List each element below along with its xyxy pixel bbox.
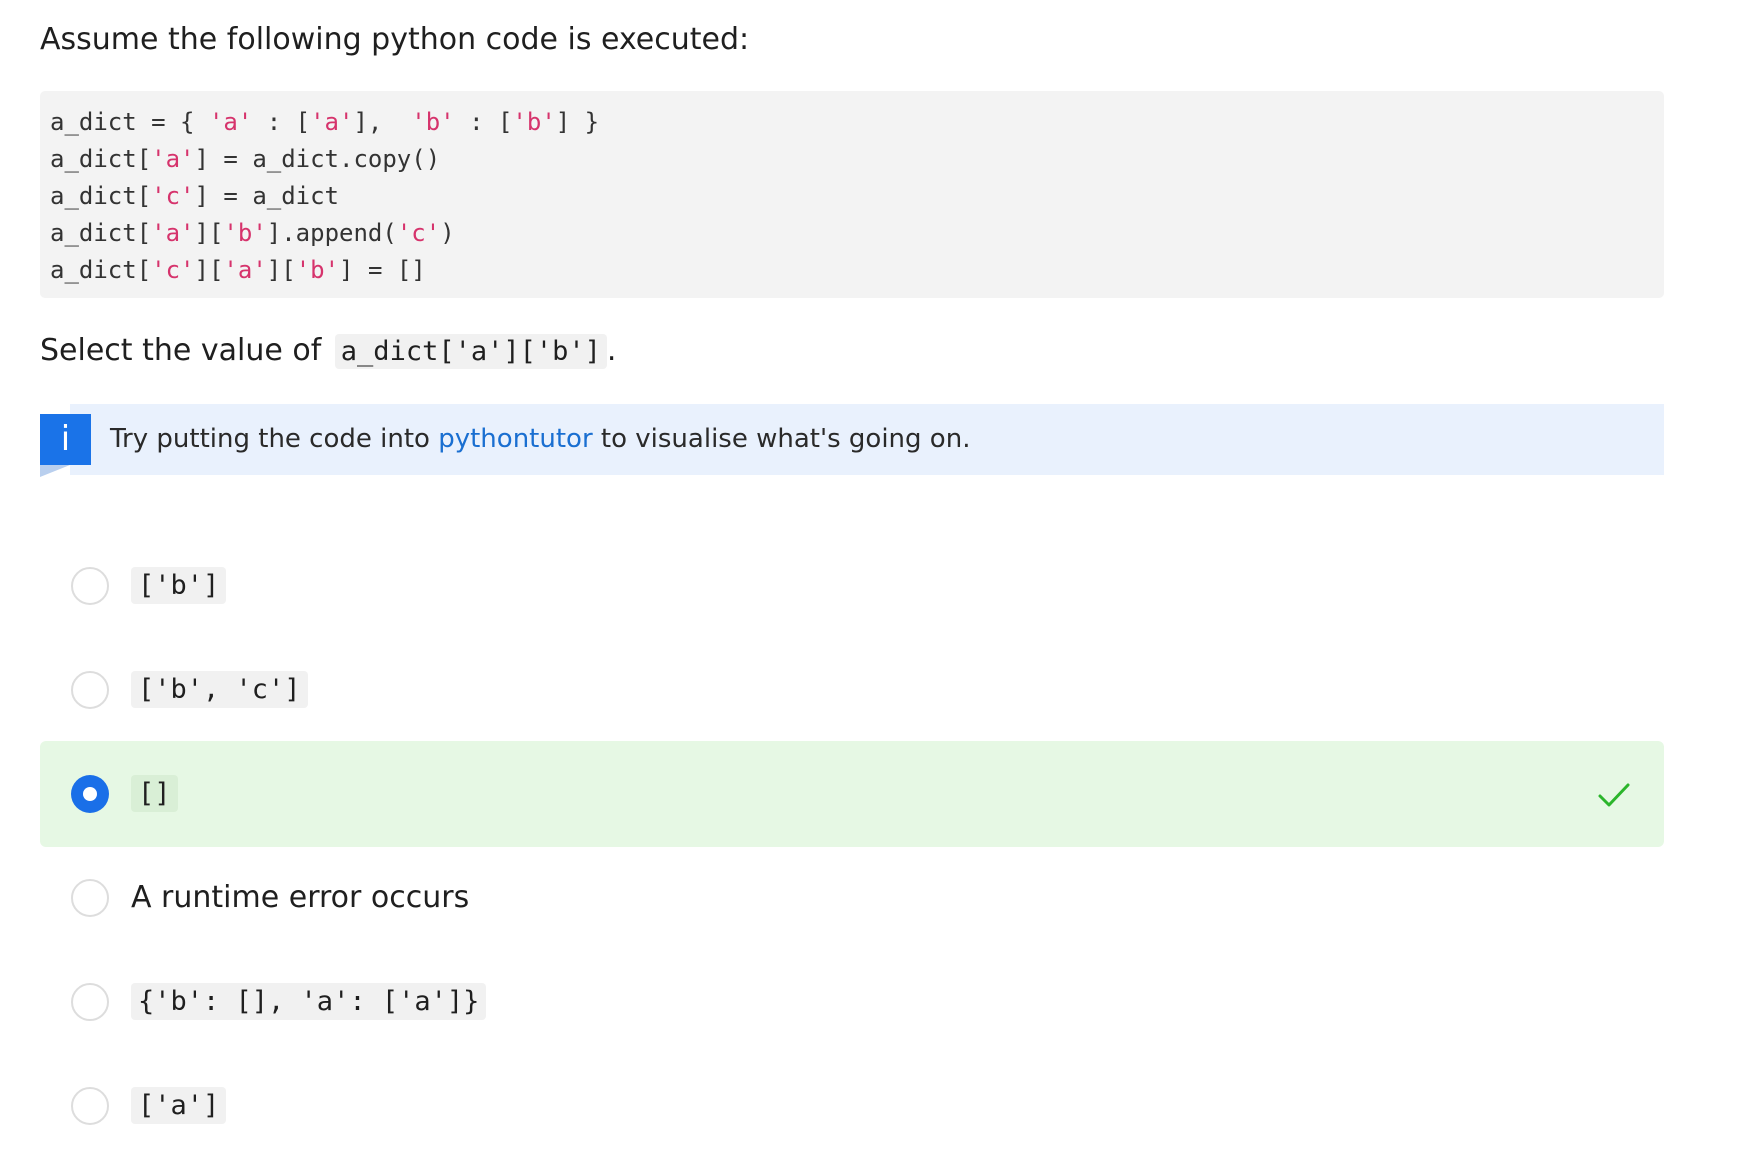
intro-text: Assume the following python code is exec…: [40, 22, 750, 57]
answer-option-label: ['b', 'c']: [131, 637, 308, 743]
info-icon: i: [40, 414, 91, 465]
answer-option[interactable]: A runtime error occurs: [40, 845, 1664, 951]
question-text: Select the value of a_dict['a']['b'].: [40, 328, 616, 375]
code-line: a_dict['c'] = a_dict: [50, 182, 340, 210]
question-code: a_dict['a']['b']: [334, 334, 607, 369]
radio-button[interactable]: [71, 983, 109, 1021]
hint-before-link: Try putting the code into: [110, 424, 439, 454]
answer-code: []: [131, 775, 178, 812]
answer-code: {'b': [], 'a': ['a']}: [131, 983, 487, 1020]
answer-option[interactable]: ['b']: [40, 533, 1664, 639]
radio-button[interactable]: [71, 879, 109, 917]
radio-button[interactable]: [71, 567, 109, 605]
answer-option[interactable]: []: [40, 741, 1664, 847]
pythontutor-link[interactable]: pythontutor: [438, 424, 592, 454]
hint-text: Try putting the code into pythontutor to…: [110, 404, 970, 475]
answer-option-label: A runtime error occurs: [131, 845, 469, 951]
answer-code: ['a']: [131, 1087, 227, 1124]
code-line: a_dict['a'] = a_dict.copy(): [50, 145, 441, 173]
radio-button[interactable]: [71, 671, 109, 709]
answer-option-label: ['b']: [131, 533, 227, 639]
code-block: a_dict = { 'a' : ['a'], 'b' : ['b'] } a_…: [40, 91, 1664, 298]
answer-text: A runtime error occurs: [131, 880, 470, 915]
answer-option[interactable]: ['b', 'c']: [40, 637, 1664, 743]
answer-option-label: ['a']: [131, 1053, 227, 1159]
hint-after-link: to visualise what's going on.: [592, 424, 971, 454]
code-line: a_dict['a']['b'].append('c'): [50, 219, 455, 247]
radio-button-selected[interactable]: [71, 775, 109, 813]
answer-option[interactable]: ['a']: [40, 1053, 1664, 1159]
hint-callout: i Try putting the code into pythontutor …: [40, 404, 1664, 477]
code-line: a_dict['c']['a']['b'] = []: [50, 256, 426, 284]
check-icon: [1598, 783, 1630, 807]
question-prefix: Select the value of: [40, 333, 322, 368]
answer-option[interactable]: {'b': [], 'a': ['a']}: [40, 949, 1664, 1055]
answer-code: ['b']: [131, 567, 227, 604]
answer-option-label: {'b': [], 'a': ['a']}: [131, 949, 487, 1055]
code-line: a_dict = { 'a' : ['a'], 'b' : ['b'] }: [50, 108, 600, 136]
radio-button[interactable]: [71, 1087, 109, 1125]
answer-option-label: []: [131, 741, 178, 847]
answer-code: ['b', 'c']: [131, 671, 308, 708]
question-suffix: .: [606, 333, 617, 368]
